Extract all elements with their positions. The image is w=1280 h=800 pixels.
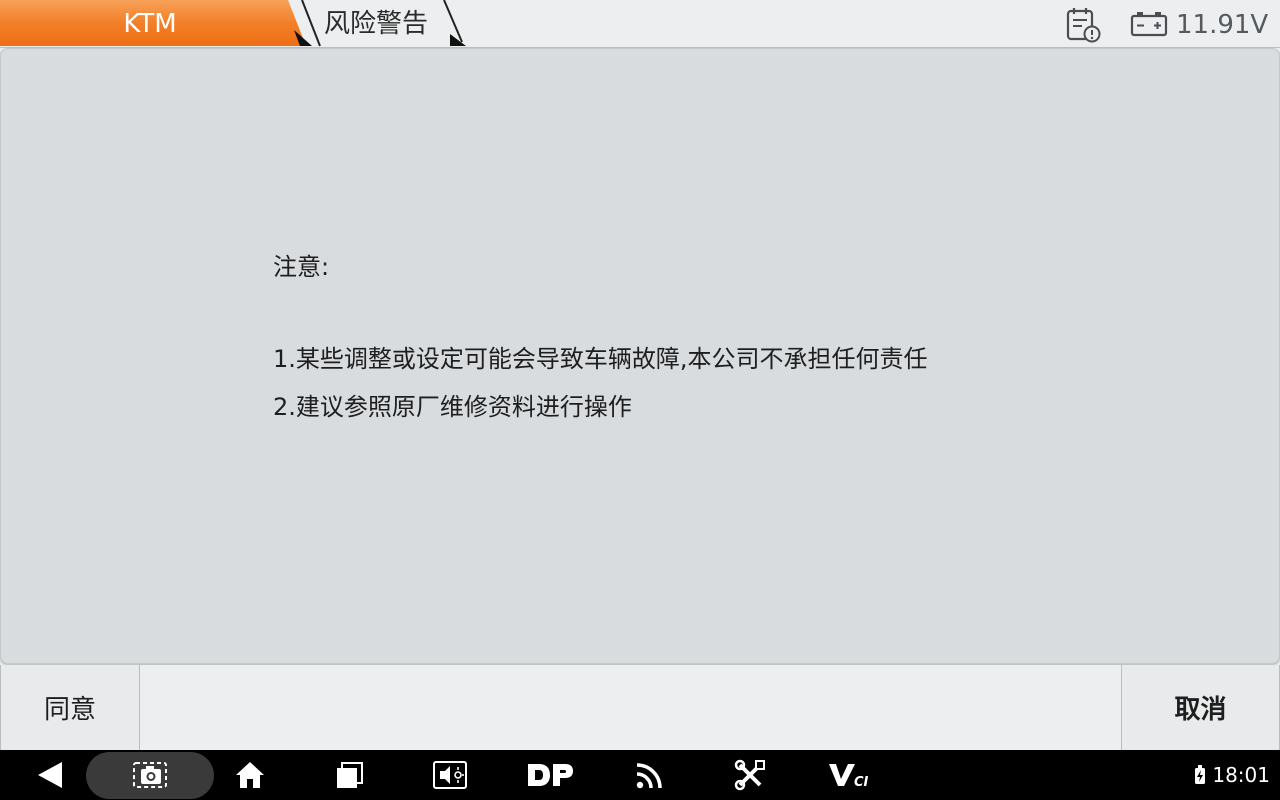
recent-apps-icon[interactable] <box>330 750 370 800</box>
system-nav-bar: CI 18:01 <box>0 750 1280 800</box>
breadcrumb-risk-warning: 风险警告 <box>300 0 470 47</box>
warning-line-1: 1.某些调整或设定可能会导致车辆故障,本公司不承担任何责任 <box>273 345 928 373</box>
home-icon[interactable] <box>230 750 270 800</box>
warning-panel: 注意: 1.某些调整或设定可能会导致车辆故障,本公司不承担任何责任 2.建议参照… <box>0 48 1280 664</box>
cancel-button[interactable]: 取消 <box>1121 665 1280 750</box>
action-bar: 同意 取消 <box>0 665 1280 750</box>
warning-line-2: 2.建议参照原厂维修资料进行操作 <box>273 393 632 421</box>
clock-time: 18:01 <box>1212 763 1270 787</box>
vci-icon[interactable]: CI <box>826 750 874 800</box>
back-icon[interactable] <box>30 750 70 800</box>
battery-charging-icon <box>1195 765 1206 784</box>
wifi-signal-icon <box>1168 771 1179 782</box>
breadcrumb-ktm-label: KTM <box>123 9 177 39</box>
warning-title: 注意: <box>273 253 330 281</box>
screen-mirror-icon[interactable] <box>430 750 470 800</box>
dp-icon[interactable] <box>524 750 576 800</box>
breadcrumb-ktm[interactable]: KTM <box>0 0 312 46</box>
screenshot-icon[interactable] <box>130 750 170 800</box>
agree-button[interactable]: 同意 <box>0 665 140 750</box>
wifi-feed-icon[interactable] <box>630 750 670 800</box>
status-area: 18:01 <box>1168 750 1270 800</box>
battery-voltage: 11.91V <box>1176 10 1269 40</box>
svg-text:CI: CI <box>854 775 869 788</box>
top-bar: KTM 风险警告 11.91V <box>0 0 1280 48</box>
breadcrumb-risk-warning-label: 风险警告 <box>324 9 429 39</box>
tools-icon[interactable] <box>730 750 770 800</box>
report-icon[interactable] <box>1064 6 1102 44</box>
battery-icon <box>1130 11 1168 37</box>
